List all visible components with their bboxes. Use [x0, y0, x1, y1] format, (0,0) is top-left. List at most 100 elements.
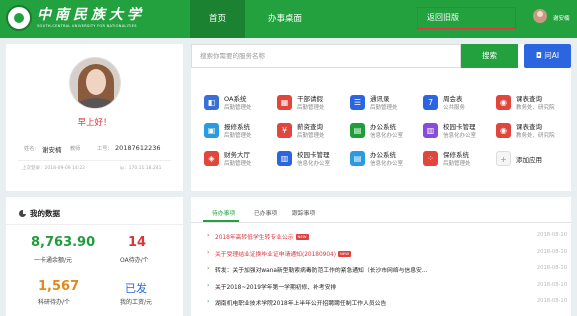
service-dept: 后勤管理处	[370, 105, 398, 111]
schedule-icon: ◉	[496, 123, 511, 138]
id-label: 工号:	[97, 146, 110, 152]
service-item[interactable]: ▥ 校园卡管理 信息化办公室	[423, 119, 493, 143]
service-dept: 信息化办公室	[297, 161, 331, 167]
todo-item[interactable]: › 2018年高转低学生转专业公示 NEW 2018-08-10	[207, 231, 567, 243]
todo-date: 2018-08-10	[536, 298, 567, 304]
top-header: 中南民族大学 SOUTH-CENTRAL UNIVERSITY FOR NATI…	[0, 0, 577, 38]
service-item[interactable]: ◧ OA系统后勤管理处	[204, 91, 274, 115]
university-logo[interactable]: 中南民族大学 SOUTH-CENTRAL UNIVERSITY FOR NATI…	[6, 5, 145, 31]
todo-title: 2018年高转低学生转专业公示	[215, 235, 294, 241]
service-dept: 后勤管理处	[224, 105, 252, 111]
service-item[interactable]: ◈ 财务大厅后勤管理处	[204, 147, 274, 171]
role-value: 教师	[70, 146, 81, 152]
service-item[interactable]: ▤ 办公系统信息化办公室	[350, 119, 420, 143]
research-todo-value[interactable]: 1,567	[38, 279, 79, 294]
tab-tracking[interactable]: 跟踪事项	[292, 208, 315, 217]
service-name: 办公系统	[370, 151, 396, 159]
service-item[interactable]: ▦ 干部请假 后勤管理处	[277, 91, 347, 115]
todo-item[interactable]: › 转发：关于加强对wana新型勒索病毒防范工作的紧急通知（长沙市网络与信息安… 2…	[207, 264, 567, 276]
tab-done[interactable]: 已办事项	[254, 208, 277, 217]
todo-item[interactable]: › 关于受理结业证换毕业证申请通知(20180904) NEW 2018-08-10	[207, 248, 567, 260]
service-name: 课表查询	[516, 95, 542, 103]
tab-divider	[191, 222, 571, 223]
arrow-right-icon: ›	[207, 281, 210, 289]
service-dept: 后勤管理处	[443, 161, 471, 167]
todo-date: 2018-08-10	[536, 248, 567, 255]
service-dept: 信息化办公室	[443, 133, 477, 139]
oa-todo-value[interactable]: 14	[128, 235, 146, 250]
service-item[interactable]: ⁘ 保修系统后勤管理处	[423, 147, 493, 171]
todo-date: 2018-08-10	[536, 265, 567, 271]
service-name: 添加应用	[516, 156, 542, 164]
service-name: 办公系统	[370, 123, 396, 131]
todo-item[interactable]: › 湖南机电职业技术学院2018年上半年公开招聘聘任制工作人员公告 2018-08-…	[207, 297, 567, 309]
service-name: 薪资查询	[297, 123, 323, 131]
service-item[interactable]: ◉ 课表查询 教务处、研究院	[496, 119, 566, 143]
service-name: 财务大厅	[224, 151, 250, 159]
service-name: OA系统	[224, 95, 247, 103]
service-name: 通讯录	[370, 95, 390, 103]
service-name: 干部请假	[297, 95, 323, 103]
tab-active-indicator	[203, 220, 239, 222]
return-old-version-link[interactable]: 返回旧版	[417, 7, 516, 29]
calendar-7-icon: 7	[423, 95, 438, 110]
profile-photo	[69, 57, 121, 109]
service-item[interactable]: ◉ 课表查询教务处、研究院	[496, 91, 566, 115]
nav-home[interactable]: 首页	[190, 0, 245, 38]
service-name: 周会表	[443, 95, 463, 103]
service-dept: 后勤管理处	[297, 133, 325, 139]
service-name: 保修系统	[443, 151, 469, 159]
service-item[interactable]: ▤ 办公系统 信息化办公室	[350, 147, 420, 171]
arrow-right-icon: ›	[207, 232, 210, 239]
arrow-right-icon: ›	[207, 298, 210, 305]
oa-icon: ◧	[204, 95, 219, 110]
logo-chinese: 中南民族大学	[37, 7, 145, 23]
nav-desktop[interactable]: 办事桌面	[255, 0, 315, 38]
plus-icon: +	[496, 151, 511, 166]
finance-icon: ◈	[204, 151, 219, 166]
tab-todo[interactable]: 待办事项	[212, 208, 235, 217]
card-icon: ▥	[277, 151, 292, 166]
new-badge: NEW	[337, 250, 351, 257]
service-dept: 信息化办公室	[370, 133, 404, 139]
todo-title: 关于受理结业证换毕业证申请通知(20180904)	[215, 251, 336, 258]
service-dept: 教务处、研究院	[516, 133, 555, 139]
todo-title: 湖南机电职业技术学院2018年上半年公开招聘聘任制工作人员公告	[215, 301, 387, 307]
service-dept: 公共服务	[443, 105, 466, 111]
service-name: 校园卡管理	[443, 123, 476, 131]
university-seal-icon	[6, 5, 32, 31]
header-username[interactable]: 谢安楠	[553, 14, 570, 22]
salary-value[interactable]: 已发	[125, 280, 147, 296]
service-search-input[interactable]: 搜索你需要的服务名称	[191, 44, 461, 68]
service-dept: 后勤管理处	[224, 161, 252, 167]
service-item[interactable]: ☰ 通讯录后勤管理处	[350, 91, 420, 115]
card-balance-value[interactable]: 8,763.90	[31, 235, 95, 250]
ask-ai-button[interactable]: ◘ 问AI	[524, 44, 571, 68]
todo-date: 2018-08-10	[536, 281, 567, 288]
dice-icon: ⁘	[423, 151, 438, 166]
my-data-title: 我的数据	[30, 209, 60, 218]
contacts-icon: ☰	[350, 95, 365, 110]
service-dept: 后勤管理处	[224, 133, 252, 139]
card-balance-label: 一卡通余额/元	[34, 257, 73, 264]
service-dept: 后勤管理处	[297, 105, 325, 111]
service-item[interactable]: 7 周会表公共服务	[423, 91, 493, 115]
service-item[interactable]: ▣ 报修系统 后勤管理处	[204, 119, 274, 143]
service-item[interactable]: ▥ 校园卡管理 信息化办公室	[277, 147, 347, 171]
service-item[interactable]: ¥ 薪资查询 后勤管理处	[277, 119, 347, 143]
greeting-text: 早上好！	[77, 118, 112, 128]
user-avatar[interactable]	[533, 9, 547, 23]
year-icon: ▤	[350, 123, 365, 138]
robot-icon: ◘	[535, 51, 545, 60]
search-button[interactable]: 搜索	[461, 44, 518, 68]
service-dept: 教务处、研究院	[516, 105, 555, 111]
schedule-icon: ◉	[496, 95, 511, 110]
last-login: 上次登录：2018-09-09 14:22	[22, 166, 86, 171]
ip-address: ip：170.11.18.241	[120, 166, 162, 171]
service-name: 报修系统	[224, 123, 250, 131]
research-todo-label: 科研待办/个	[38, 299, 71, 306]
todo-date: 2018-08-10	[536, 232, 567, 238]
logo-english: SOUTH-CENTRAL UNIVERSITY FOR NATIONALITI…	[37, 24, 137, 28]
service-item[interactable]: + 添加应用	[496, 147, 566, 171]
todo-item[interactable]: › 关于2018~2019学年第一学期初修、补考安排 2018-08-10	[207, 281, 567, 293]
